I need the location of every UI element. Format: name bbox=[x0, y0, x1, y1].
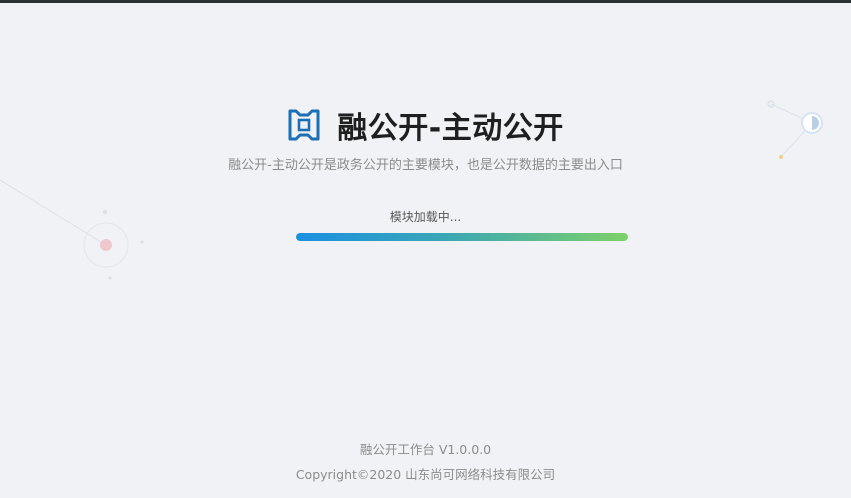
background-decoration bbox=[0, 100, 823, 280]
loading-status-text: 模块加载中... bbox=[389, 210, 462, 224]
footer-version: 融公开工作台 V1.0.0.0 bbox=[359, 442, 492, 457]
left-deco-small-dot-2 bbox=[140, 240, 144, 244]
loading-progress-fill bbox=[296, 233, 628, 241]
page-subtitle: 融公开-主动公开是政务公开的主要模块，也是公开数据的主要出入口 bbox=[228, 158, 623, 173]
loading-progress-bar bbox=[296, 233, 628, 241]
left-deco-small-dot-3 bbox=[108, 276, 112, 280]
bracket-square-logo-icon bbox=[287, 108, 321, 142]
footer-copyright: Copyright©2020 山东尚可网络科技有限公司 bbox=[295, 467, 556, 482]
page-title: 融公开-主动公开 bbox=[337, 111, 564, 146]
left-deco-dot bbox=[100, 239, 112, 251]
app-header: 融公开-主动公开 bbox=[0, 104, 851, 146]
